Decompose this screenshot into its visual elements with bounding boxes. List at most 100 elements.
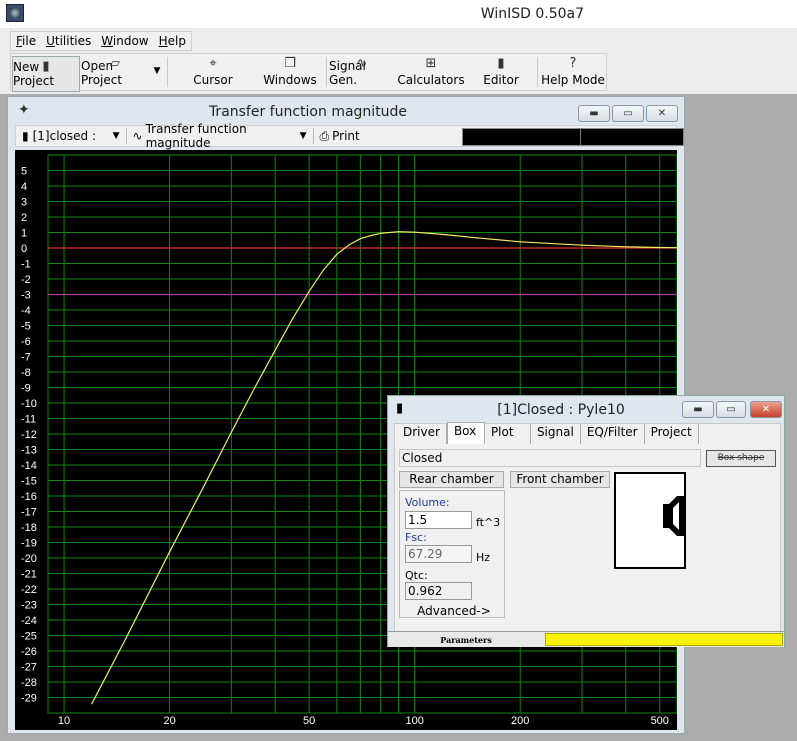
y-tick-label: -16: [21, 491, 37, 503]
advanced-button[interactable]: Advanced->: [404, 604, 504, 618]
toolbar-separator: [167, 57, 168, 87]
crosshair-icon: ⌖: [209, 56, 217, 71]
parameters-status-indicator: [545, 633, 783, 646]
y-tick-label: -15: [21, 476, 37, 488]
close-button[interactable]: ✕: [750, 401, 782, 418]
x-tick-label: 50: [303, 715, 315, 727]
box-dialog-tabs: Driver Box Plot Signal EQ/Filter Project: [397, 422, 699, 444]
box-dialog: ▮ [1]Closed : Pyle10 ▬ ▭ ✕ Driver Box Pl…: [387, 395, 785, 647]
y-tick-label: -11: [21, 414, 36, 426]
tab-signal[interactable]: Signal: [531, 424, 581, 444]
menu-help-label: Help: [158, 34, 186, 48]
project-select[interactable]: ▮ [1]closed : ▼: [16, 126, 126, 146]
menu-utilities[interactable]: Utilities: [41, 32, 96, 50]
y-tick-label: -3: [21, 290, 31, 302]
plot-type-select[interactable]: ∿ Transfer function magnitude ▼: [127, 122, 313, 150]
menu-file-label: File: [16, 34, 37, 48]
response-point: [168, 551, 171, 553]
tab-driver[interactable]: Driver: [397, 424, 447, 444]
y-tick-label: -13: [21, 445, 37, 457]
main-toolbar: ▮ New Project ▱ Open Project ▼ ⌖ Cursor …: [10, 53, 607, 92]
y-tick-label: -26: [21, 646, 37, 658]
tf-toolbar: ▮ [1]closed : ▼ ∿ Transfer function magn…: [15, 122, 684, 150]
response-point: [274, 349, 276, 351]
editor-icon: ▮: [497, 56, 505, 71]
y-tick-label: -4: [21, 305, 31, 317]
response-point: [348, 244, 350, 246]
new-project-button[interactable]: ▮ New Project: [12, 56, 80, 92]
volume-input[interactable]: 1.5: [405, 511, 472, 529]
close-button[interactable]: ✕: [646, 105, 678, 122]
y-tick-label: 1: [21, 228, 27, 240]
open-project-button[interactable]: ▱ Open Project: [81, 54, 149, 90]
qtc-field: 0.962: [405, 582, 472, 600]
response-point: [398, 231, 400, 233]
help-mode-label: Help Mode: [541, 73, 605, 87]
menu-file[interactable]: File: [11, 32, 41, 50]
print-button[interactable]: ⎙ Print: [314, 126, 366, 146]
x-tick-label: 10: [58, 715, 70, 727]
tab-eq-filter[interactable]: EQ/Filter: [581, 424, 645, 444]
signal-gen-button[interactable]: ∿ Signal Gen.: [329, 54, 395, 90]
box-shape-field[interactable]: Closed: [399, 449, 701, 467]
y-tick-label: -18: [21, 522, 37, 534]
response-point: [336, 253, 338, 255]
tab-box[interactable]: Box: [446, 422, 485, 444]
sine-wave-icon: ∿: [356, 56, 368, 71]
help-mode-button[interactable]: ? Help Mode: [540, 54, 606, 90]
document-icon: ▮: [22, 129, 29, 143]
response-point: [475, 237, 478, 239]
y-tick-label: 0: [21, 243, 27, 255]
windows-icon: ❐: [284, 56, 296, 71]
menu-help[interactable]: Help: [154, 32, 191, 50]
y-tick-label: -19: [21, 538, 37, 550]
y-tick-label: -6: [21, 336, 31, 348]
x-tick-label: 100: [405, 715, 423, 727]
minimize-button[interactable]: ▬: [682, 401, 714, 418]
editor-button[interactable]: ▮ Editor: [467, 54, 535, 90]
calculator-icon: ⊞: [425, 56, 437, 71]
chamber-parameters-panel: Volume: 1.5 ft^3 Fsc: 67.29 Hz Qtc: 0.96…: [399, 490, 505, 618]
x-tick-label: 500: [651, 715, 669, 727]
tf-window-title-bar[interactable]: ✦ Transfer function magnitude ▬ ▭ ✕: [8, 97, 684, 123]
tab-plot[interactable]: Plot: [485, 424, 531, 444]
cursor-readout: [462, 128, 684, 146]
fsc-field[interactable]: 67.29: [405, 545, 472, 563]
y-tick-label: -29: [21, 693, 37, 705]
box-drawing: [614, 472, 686, 569]
chevron-down-icon: ▼: [153, 66, 161, 76]
menu-window-label: Window: [101, 34, 149, 48]
speaker-icon: [663, 496, 685, 536]
response-point: [519, 241, 521, 243]
maximize-button[interactable]: ▭: [716, 401, 746, 418]
open-project-dropdown-button[interactable]: ▼: [149, 54, 165, 90]
front-chamber-button[interactable]: Front chamber: [510, 471, 610, 488]
qtc-label: Qtc:: [405, 569, 428, 582]
box-shape-button[interactable]: Box shape: [706, 450, 776, 467]
new-document-icon: ▮: [42, 59, 50, 74]
rear-chamber-button[interactable]: Rear chamber: [399, 471, 504, 488]
menu-window[interactable]: Window: [96, 32, 153, 50]
tf-window-title: Transfer function magnitude: [208, 104, 408, 120]
menu-bar: File Utilities Window Help: [10, 31, 192, 51]
sine-wave-icon: ∿: [132, 129, 143, 143]
chevron-down-icon: ▼: [112, 131, 120, 141]
y-tick-label: -25: [21, 631, 37, 643]
toolbar-separator: [537, 57, 538, 87]
tab-project[interactable]: Project: [645, 424, 699, 444]
box-dialog-title-bar[interactable]: ▮ [1]Closed : Pyle10 ▬ ▭ ✕: [388, 396, 784, 422]
y-tick-label: -17: [21, 507, 37, 519]
parameters-status-tab[interactable]: Parameters: [388, 634, 544, 646]
cursor-button[interactable]: ⌖ Cursor: [170, 54, 256, 90]
minimize-button[interactable]: ▬: [578, 105, 610, 122]
calculators-button[interactable]: ⊞ Calculators: [395, 54, 467, 90]
project-select-value: [1]closed :: [32, 129, 96, 143]
cursor-label: Cursor: [193, 73, 233, 87]
windows-button[interactable]: ❐ Windows: [256, 54, 324, 90]
y-tick-label: 4: [21, 181, 27, 193]
response-point: [370, 235, 372, 237]
y-tick-label: 3: [21, 197, 27, 209]
windows-label: Windows: [263, 73, 317, 87]
question-mark-icon: ?: [569, 56, 577, 71]
maximize-button[interactable]: ▭: [612, 105, 644, 122]
